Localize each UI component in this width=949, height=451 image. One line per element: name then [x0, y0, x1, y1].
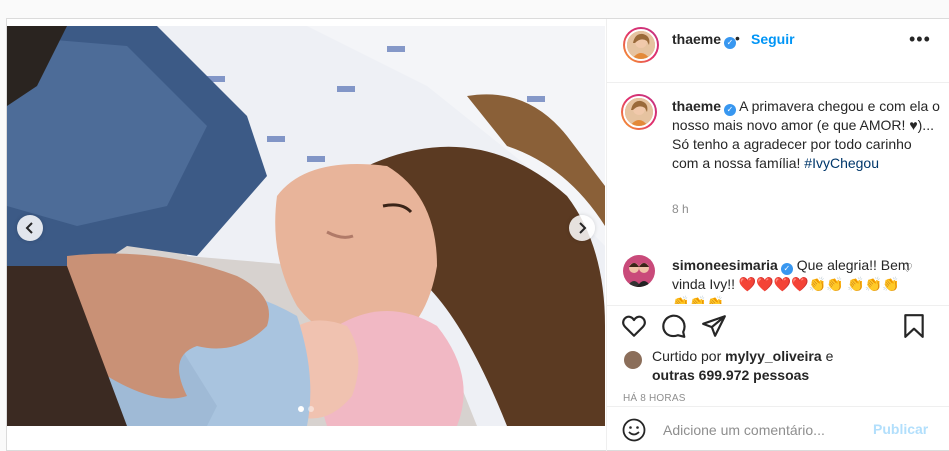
- caption-hashtag[interactable]: #IvyChegou: [804, 155, 879, 171]
- caption-username[interactable]: thaeme: [672, 98, 721, 114]
- comment-like-heart-icon[interactable]: ♡: [902, 261, 913, 275]
- carousel-previous-button[interactable]: [17, 215, 43, 241]
- add-comment-form: Publicar: [607, 406, 949, 451]
- verified-badge-icon: ✓: [780, 263, 793, 275]
- carousel-indicator: [7, 406, 605, 412]
- comment-input[interactable]: [663, 419, 863, 441]
- save-bookmark-icon[interactable]: [901, 313, 927, 339]
- carousel-next-button[interactable]: [569, 215, 595, 241]
- likes-count[interactable]: outras 699.972 pessoas: [652, 367, 809, 383]
- caption-timestamp[interactable]: 8 h: [672, 202, 689, 216]
- carousel-dot-1: [298, 406, 304, 412]
- publish-button[interactable]: Publicar: [873, 421, 928, 437]
- carousel-dot-2: [308, 406, 314, 412]
- chevron-left-icon: [25, 222, 33, 234]
- follow-button[interactable]: Seguir: [751, 31, 795, 47]
- instagram-post: thaeme ✓ • Seguir ••• thaeme ✓ A primavera…: [6, 18, 949, 451]
- emoji-smiley-icon[interactable]: [622, 418, 646, 442]
- post-photo-carousel[interactable]: [7, 26, 605, 426]
- comments-section: thaeme ✓ A primavera chegou e com ela o n…: [607, 84, 949, 304]
- verified-badge-icon: ✓: [724, 104, 737, 116]
- liker-username[interactable]: mylyy_oliveira: [725, 348, 822, 364]
- comment-bubble-icon[interactable]: [661, 313, 687, 339]
- comment-item: simoneesimaria ✓ Que alegria!! Bem vinda …: [672, 256, 912, 304]
- post-caption: thaeme ✓ A primavera chegou e com ela o n…: [672, 97, 940, 173]
- likes-prefix: Curtido por: [652, 348, 722, 364]
- author-username[interactable]: thaeme ✓: [672, 31, 737, 49]
- comment-username[interactable]: simoneesimaria: [672, 257, 778, 273]
- chevron-right-icon: [579, 222, 587, 234]
- author-avatar[interactable]: [623, 27, 659, 63]
- post-timestamp[interactable]: HÁ 8 HORAS: [623, 393, 686, 404]
- post-header: thaeme ✓ • Seguir •••: [607, 19, 949, 83]
- share-paper-plane-icon[interactable]: [701, 313, 727, 339]
- liker-avatar[interactable]: [623, 350, 643, 370]
- commenter-avatar[interactable]: [623, 255, 655, 287]
- more-options-icon[interactable]: •••: [909, 29, 931, 50]
- post-sidebar: thaeme ✓ • Seguir ••• thaeme ✓ A primavera…: [606, 19, 949, 451]
- likes-text[interactable]: Curtido por mylyy_oliveira e outras 699.…: [652, 347, 942, 385]
- post-action-bar: [607, 305, 949, 345]
- likes-conjunction: e: [825, 348, 834, 364]
- caption-author-avatar[interactable]: [621, 94, 657, 130]
- header-separator: •: [735, 30, 740, 46]
- post-photo: [7, 26, 605, 426]
- like-heart-icon[interactable]: [621, 313, 647, 339]
